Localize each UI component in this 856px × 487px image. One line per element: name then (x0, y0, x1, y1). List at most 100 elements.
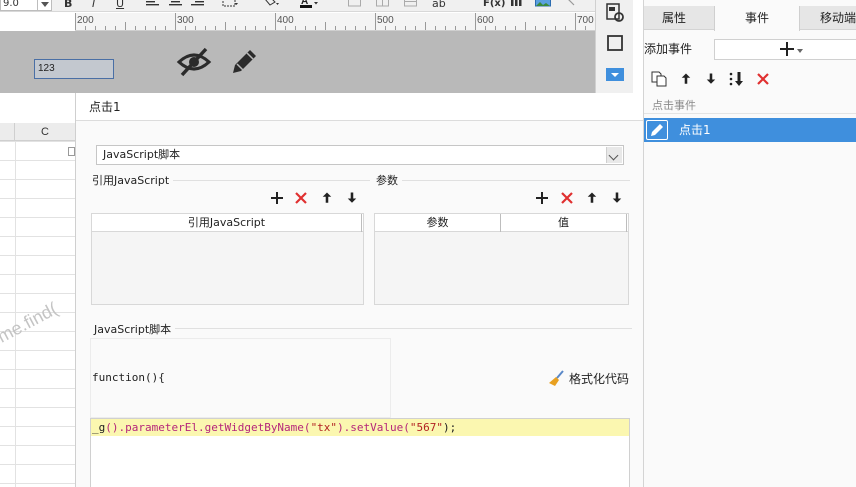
event-list-item[interactable]: 点击1 (644, 118, 856, 142)
tab-properties[interactable]: 属性 (644, 6, 704, 30)
cell-marker-icon (68, 147, 75, 156)
border-icon[interactable] (222, 0, 238, 11)
ruler-tick (335, 26, 336, 30)
font-size-input[interactable]: 9.0 (0, 0, 38, 11)
pencil-icon (651, 124, 663, 136)
script-type-select[interactable]: JavaScript脚本 (96, 145, 624, 165)
sheet-row-line (0, 388, 75, 389)
ruler-tick (495, 26, 496, 30)
sheet-row-line (0, 293, 75, 294)
bold-button[interactable]: B (64, 0, 72, 11)
code-editor[interactable]: _g().parameterEl.getWidgetByName("tx").s… (90, 418, 630, 487)
ruler-label: 200 (77, 15, 94, 26)
ruler-tick (175, 13, 176, 30)
ruler-tick (145, 26, 146, 30)
ruler-tick (305, 26, 306, 30)
sheet-row-line (0, 217, 75, 218)
param-value-column-header[interactable]: 值 (501, 214, 627, 232)
align-center-icon[interactable] (169, 0, 183, 11)
chart-icon[interactable] (510, 0, 524, 11)
align-right-icon[interactable] (191, 0, 205, 11)
ruler-tick (445, 26, 446, 30)
dropdown-widget-icon[interactable] (605, 65, 625, 85)
delete-ref-icon[interactable] (293, 190, 309, 206)
align-left-icon[interactable] (146, 0, 160, 11)
add-param-icon[interactable] (534, 190, 550, 206)
broom-icon (549, 370, 564, 386)
ruler-tick (205, 26, 206, 30)
add-event-dropdown[interactable] (714, 39, 856, 60)
ruler-tick (105, 26, 106, 30)
sheet-row-line (0, 445, 75, 446)
column-header-c[interactable]: C (15, 123, 75, 141)
delete-param-icon[interactable] (559, 190, 575, 206)
move-up-param-icon[interactable] (584, 190, 600, 206)
add-ref-icon[interactable] (269, 190, 285, 206)
reorder-event-icon[interactable] (728, 71, 744, 87)
script-section-label: JavaScript脚本 (94, 321, 176, 337)
text-style-button[interactable]: ab (432, 0, 446, 11)
sheet-row-line (0, 407, 75, 408)
move-up-event-icon[interactable] (678, 71, 694, 87)
text-widget[interactable]: 123 (34, 59, 114, 79)
script-type-value: JavaScript脚本 (103, 148, 181, 161)
ruler-tick (465, 26, 466, 30)
sheet-col-line (15, 141, 16, 487)
param-section-label: 参数 (376, 172, 402, 188)
ruler-tick (265, 26, 266, 30)
ruler-tick (315, 26, 316, 30)
image-icon[interactable] (535, 0, 551, 11)
param-name-column-header[interactable]: 参数 (375, 214, 501, 232)
design-canvas[interactable]: 123 (0, 31, 595, 93)
move-down-event-icon[interactable] (703, 71, 719, 87)
font-color-icon[interactable]: A (300, 0, 320, 11)
merge-cells-icon[interactable] (348, 0, 362, 11)
frame-icon[interactable] (605, 33, 625, 53)
ruler-tick (165, 26, 166, 30)
ref-js-column-header[interactable]: 引用JavaScript (92, 214, 362, 232)
slash-tool-icon[interactable] (564, 0, 578, 11)
eye-off-icon[interactable] (176, 46, 212, 78)
underline-button[interactable]: U (116, 0, 124, 11)
italic-button[interactable]: I (92, 0, 95, 11)
ruler-tick (255, 26, 256, 30)
ruler-tick (575, 13, 576, 30)
sheet-row-line (0, 255, 75, 256)
tab-events[interactable]: 事件 (714, 6, 800, 31)
format-code-button[interactable]: 格式化代码 (548, 369, 629, 387)
move-down-param-icon[interactable] (609, 190, 625, 206)
delete-event-icon[interactable] (755, 71, 771, 87)
ruler-tick (85, 26, 86, 30)
ruler-tick (535, 26, 536, 30)
fill-color-icon[interactable] (262, 0, 280, 11)
wrap-text-icon[interactable] (404, 0, 418, 11)
tab-mobile[interactable]: 移动端 (808, 6, 856, 30)
formula-button[interactable]: F(x) (483, 0, 505, 11)
copy-event-icon[interactable] (651, 71, 667, 87)
event-group-label: 点击事件 (652, 99, 696, 112)
edit-event-button[interactable] (646, 120, 668, 140)
ruler-label: 500 (377, 15, 394, 26)
font-size-dropdown-icon[interactable] (38, 0, 52, 11)
function-header: function(){ (92, 371, 165, 384)
ruler-tick (245, 26, 246, 30)
code-line[interactable]: _g().parameterEl.getWidgetByName("tx").s… (91, 419, 629, 436)
move-up-ref-icon[interactable] (319, 190, 335, 206)
ruler-tick (565, 26, 566, 30)
ruler-tick (225, 22, 226, 30)
ruler-tick (585, 26, 586, 30)
param-grid[interactable]: 参数 值 (374, 213, 629, 305)
chevron-down-icon[interactable] (606, 147, 622, 163)
ruler-label: 400 (277, 15, 294, 26)
widget-toolbox (595, 0, 633, 93)
ref-js-grid[interactable]: 引用JavaScript (91, 213, 364, 305)
widget-settings-icon[interactable] (605, 3, 625, 23)
ruler-tick (355, 26, 356, 30)
ruler-tick (345, 26, 346, 30)
code-token: ).setValue( (337, 421, 410, 434)
split-cells-icon[interactable] (376, 0, 390, 11)
pencil-icon[interactable] (228, 46, 260, 78)
ref-js-grid-header: 引用JavaScript (92, 214, 363, 232)
move-down-ref-icon[interactable] (344, 190, 360, 206)
sheet-row-line (0, 274, 75, 275)
